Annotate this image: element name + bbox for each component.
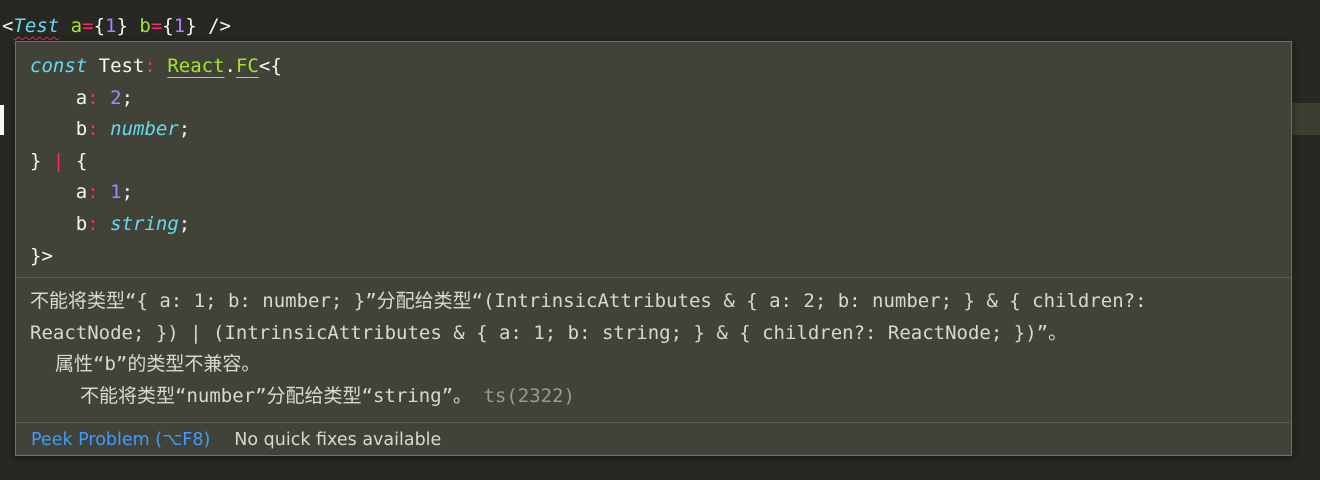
- jsx-brace: }: [185, 15, 197, 37]
- text-cursor: [0, 105, 4, 135]
- jsx-tag-name[interactable]: Test: [13, 15, 59, 37]
- code-line-jsx[interactable]: <Test a={1} b={1} />: [2, 10, 231, 42]
- prop-value: 1: [110, 181, 122, 204]
- type-link-react[interactable]: React: [167, 55, 224, 77]
- type-dot: .: [224, 55, 236, 77]
- hover-status-bar: Peek Problem (⌥F8) No quick fixes availab…: [31, 425, 441, 455]
- jsx-brace: {: [93, 15, 106, 37]
- peek-problem-link[interactable]: Peek Problem (⌥F8): [31, 430, 210, 450]
- type-open: <{: [258, 55, 282, 77]
- prop-semicolon: ;: [121, 86, 134, 109]
- prop-semicolon: ;: [121, 181, 134, 204]
- type-colon: :: [144, 55, 156, 77]
- prop-name: b: [75, 212, 88, 235]
- diagnostic-line: 属性“b”的类型不兼容。: [55, 353, 261, 375]
- symbol-name: Test: [98, 55, 145, 77]
- signature-line: } | {: [30, 146, 282, 178]
- prop-colon: :: [87, 86, 99, 109]
- signature-line: a: 2;: [30, 83, 282, 115]
- jsx-open-bracket: <: [2, 15, 14, 37]
- jsx-equals: =: [82, 15, 94, 37]
- hover-widget[interactable]: const Test: React.FC<{ a: 2; b: number; …: [15, 41, 1292, 456]
- jsx-equals: =: [150, 15, 163, 37]
- jsx-attr-b-value: 1: [173, 15, 186, 37]
- type-signature: const Test: React.FC<{ a: 2; b: number; …: [30, 51, 282, 272]
- signature-line: const Test: React.FC<{: [30, 51, 282, 83]
- signature-line: a: 1;: [30, 177, 282, 209]
- keyword-const: const: [30, 55, 88, 77]
- close-generic: }>: [30, 244, 53, 267]
- jsx-attr-a-value: 1: [105, 15, 117, 37]
- prop-semicolon: ;: [178, 212, 191, 235]
- error-code: ts(2322): [483, 384, 575, 407]
- prop-colon: :: [87, 181, 99, 204]
- jsx-attr-b: b: [139, 15, 151, 37]
- prop-name: a: [75, 86, 88, 109]
- prop-type: number: [110, 118, 179, 141]
- prop-name: a: [75, 181, 88, 204]
- signature-line: b: number;: [30, 114, 282, 146]
- current-line-highlight: [1292, 103, 1320, 135]
- type-link-fc[interactable]: FC: [236, 55, 259, 77]
- jsx-attr-a: a: [70, 15, 83, 37]
- open-brace: {: [75, 149, 88, 172]
- code-editor[interactable]: <Test a={1} b={1} /> const Test: React.F…: [0, 0, 1320, 480]
- union-pipe: |: [52, 149, 65, 172]
- hover-divider: [16, 277, 1291, 278]
- no-quick-fixes-label: No quick fixes available: [234, 430, 442, 450]
- jsx-self-close: />: [208, 15, 231, 37]
- diagnostic-line: ReactNode; }) | (IntrinsicAttributes & {…: [30, 321, 1068, 344]
- prop-colon: :: [87, 212, 99, 235]
- prop-semicolon: ;: [178, 118, 191, 141]
- diagnostic-message: 不能将类型“{ a: 1; b: number; }”分配给类型“(Intrin…: [30, 286, 1147, 412]
- signature-line: b: string;: [30, 209, 282, 241]
- signature-line: }>: [30, 241, 282, 273]
- hover-divider: [16, 422, 1291, 423]
- diagnostic-line: 不能将类型“number”分配给类型“string”。 ts(2322): [30, 381, 1147, 413]
- prop-colon: :: [87, 118, 99, 141]
- close-brace: }: [30, 149, 42, 172]
- prop-value: 2: [110, 86, 122, 109]
- prop-name: b: [75, 118, 88, 141]
- prop-type: string: [110, 212, 179, 235]
- diagnostic-line: 不能将类型“{ a: 1; b: number; }”分配给类型“(Intrin…: [30, 290, 1147, 312]
- jsx-brace: }: [116, 15, 128, 37]
- diagnostic-detail: 不能将类型“number”分配给类型“string”。: [80, 384, 473, 407]
- jsx-brace: {: [162, 15, 174, 37]
